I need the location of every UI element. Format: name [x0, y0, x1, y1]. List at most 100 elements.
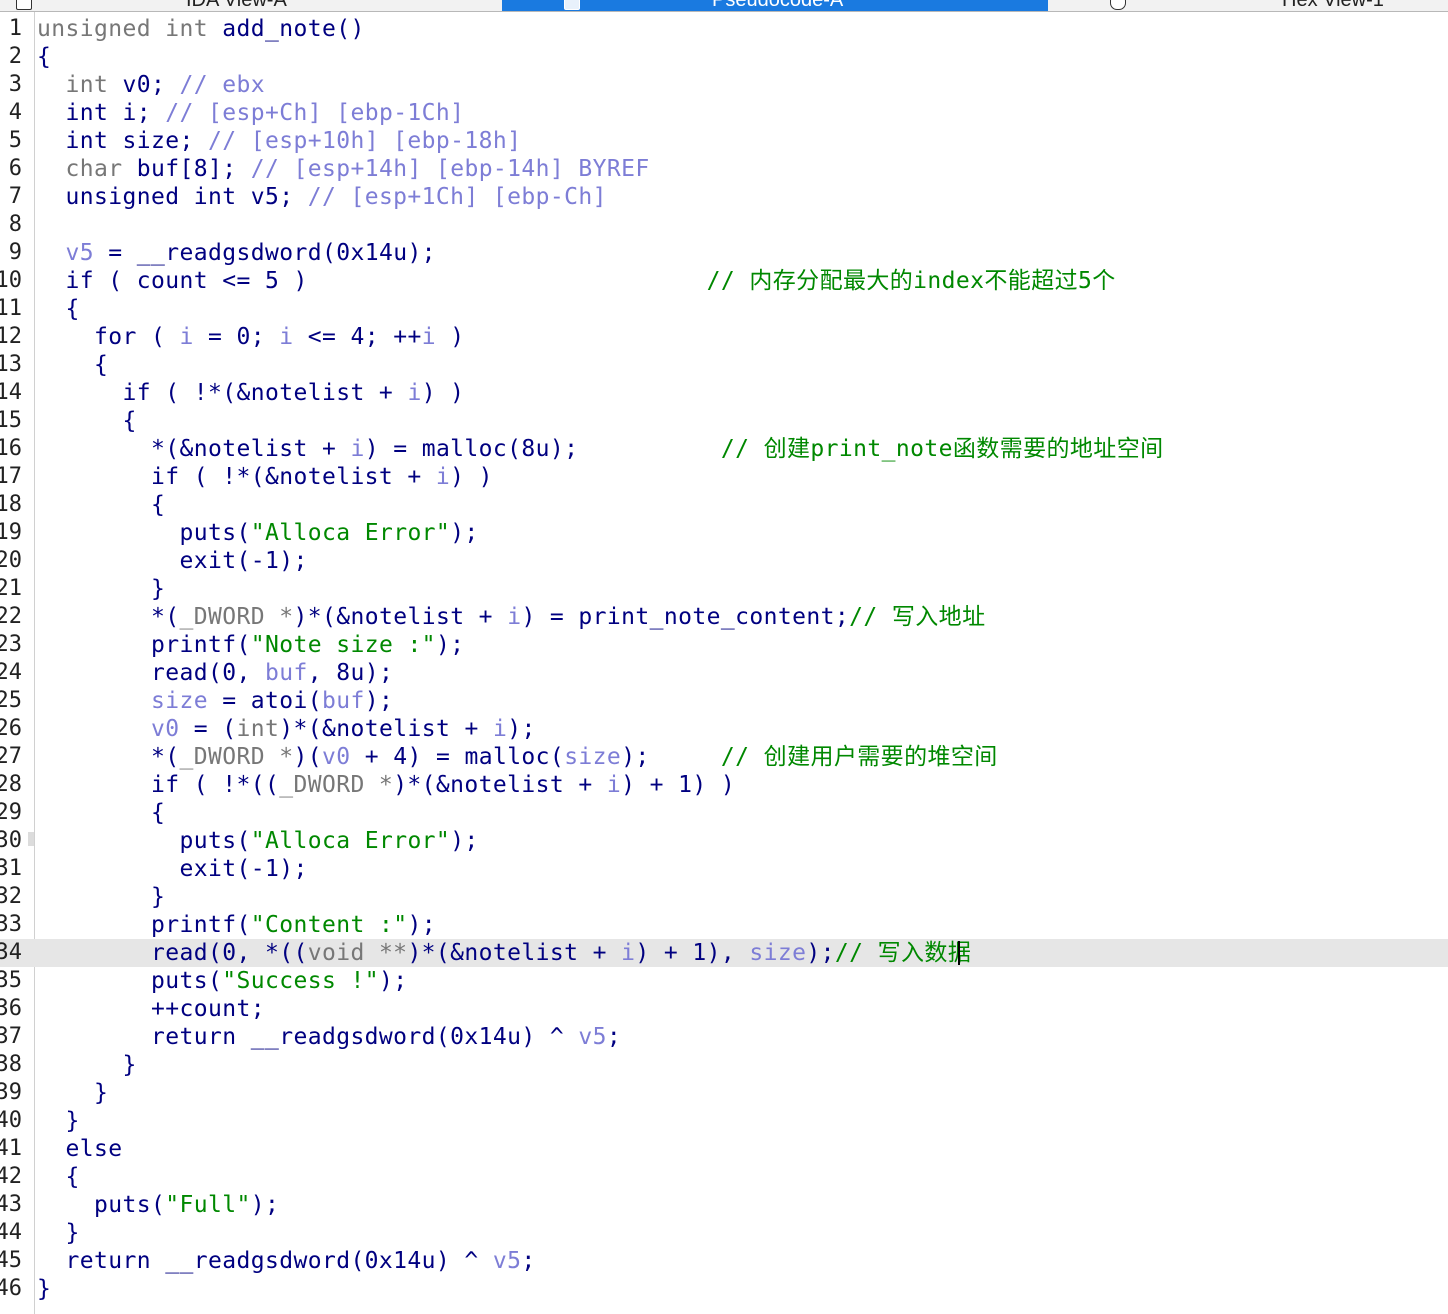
code-text: *(_DWORD *)*(&notelist + i) = print_note…	[37, 604, 986, 630]
code-line[interactable]: 20 exit(-1);	[0, 547, 1448, 575]
code-line[interactable]: 34 read(0, *((void **)*(&notelist + i) +…	[0, 939, 1448, 967]
code-line[interactable]: 42 {	[0, 1163, 1448, 1191]
line-number: 25	[0, 688, 22, 713]
code-line[interactable]: 1 unsigned int add_note()	[0, 15, 1448, 43]
code-line[interactable]: 31 exit(-1);	[0, 855, 1448, 883]
line-number: 11	[0, 296, 22, 321]
code-line[interactable]: 38 }	[0, 1051, 1448, 1079]
code-line[interactable]: 10 if ( count <= 5 ) // 内存分配最大的index不能超过…	[0, 267, 1448, 295]
code-line[interactable]: 5 int size; // [esp+10h] [ebp-18h]	[0, 127, 1448, 155]
code-text: int size; // [esp+10h] [ebp-18h]	[37, 128, 522, 154]
code-line[interactable]: 46}	[0, 1275, 1448, 1303]
text-cursor	[958, 941, 960, 965]
code-line[interactable]: 19 puts("Alloca Error");	[0, 519, 1448, 547]
code-line[interactable]: 26 v0 = (int)*(&notelist + i);	[0, 715, 1448, 743]
code-line[interactable]: 11 {	[0, 295, 1448, 323]
code-text: *(&notelist + i) = malloc(8u); // 创建prin…	[37, 436, 1164, 462]
code-line[interactable]: 3 int v0; // ebx	[0, 71, 1448, 99]
code-line[interactable]: 23 printf("Note size :");	[0, 631, 1448, 659]
line-number: 24	[0, 660, 22, 685]
code-line[interactable]: 41 else	[0, 1135, 1448, 1163]
tab-ida-view-label: IDA View-A	[186, 0, 287, 11]
code-line[interactable]: 44 }	[0, 1219, 1448, 1247]
disassembly-icon	[16, 0, 32, 10]
code-text: printf("Content :");	[37, 912, 436, 938]
code-line[interactable]: 4 int i; // [esp+Ch] [ebp-1Ch]	[0, 99, 1448, 127]
code-line[interactable]: 33 printf("Content :");	[0, 911, 1448, 939]
tab-pseudocode[interactable]: Pseudocode-A	[502, 0, 1048, 11]
code-line[interactable]: 30 puts("Alloca Error");	[0, 827, 1448, 855]
code-line[interactable]: 7 unsigned int v5; // [esp+1Ch] [ebp-Ch]	[0, 183, 1448, 211]
code-line[interactable]: 2{	[0, 43, 1448, 71]
code-text: {	[37, 296, 80, 322]
code-text: int i; // [esp+Ch] [ebp-1Ch]	[37, 100, 465, 126]
code-text: if ( !*((_DWORD *)*(&notelist + i) + 1) …	[37, 772, 736, 798]
code-line[interactable]: 28 if ( !*((_DWORD *)*(&notelist + i) + …	[0, 771, 1448, 799]
code-line[interactable]: 35 puts("Success !");	[0, 967, 1448, 995]
line-number: 14	[0, 380, 22, 405]
line-number: 34	[0, 940, 22, 965]
code-text: {	[37, 352, 109, 378]
code-line[interactable]: 13 {	[0, 351, 1448, 379]
line-number: 39	[0, 1080, 22, 1105]
line-number: 22	[0, 604, 22, 629]
tab-ida-view[interactable]: IDA View-A	[0, 0, 500, 11]
code-line[interactable]: 45 return __readgsdword(0x14u) ^ v5;	[0, 1247, 1448, 1275]
line-number: 7	[8, 184, 22, 209]
code-line[interactable]: 24 read(0, buf, 8u);	[0, 659, 1448, 687]
line-number: 31	[0, 856, 22, 881]
line-number: 12	[0, 324, 22, 349]
code-text: unsigned int v5; // [esp+1Ch] [ebp-Ch]	[37, 184, 607, 210]
code-line[interactable]: 27 *(_DWORD *)(v0 + 4) = malloc(size); /…	[0, 743, 1448, 771]
code-line[interactable]: 40 }	[0, 1107, 1448, 1135]
code-line[interactable]: 15 {	[0, 407, 1448, 435]
code-line[interactable]: 21 }	[0, 575, 1448, 603]
pseudocode-editor[interactable]: 1 unsigned int add_note() 2{3 int v0; // e…	[0, 12, 1448, 1314]
code-text: else	[37, 1136, 123, 1162]
line-number: 26	[0, 716, 22, 741]
code-line[interactable]: 29 {	[0, 799, 1448, 827]
line-number: 40	[0, 1108, 22, 1133]
code-line[interactable]: 22 *(_DWORD *)*(&notelist + i) = print_n…	[0, 603, 1448, 631]
tab-hex-view-label: Hex View-1	[1282, 0, 1384, 11]
tab-hex-view[interactable]: Hex View-1	[1050, 0, 1448, 11]
code-line[interactable]: 9 v5 = __readgsdword(0x14u);	[0, 239, 1448, 267]
line-number: 13	[0, 352, 22, 377]
code-line[interactable]: 39 }	[0, 1079, 1448, 1107]
code-line[interactable]: 25 size = atoi(buf);	[0, 687, 1448, 715]
code-line[interactable]: 12 for ( i = 0; i <= 4; ++i )	[0, 323, 1448, 351]
code-text: exit(-1);	[37, 856, 308, 882]
line-number: 9	[8, 240, 22, 265]
tab-bar: IDA View-A Pseudocode-A Hex View-1	[0, 0, 1448, 12]
code-line[interactable]: 8	[0, 211, 1448, 239]
code-text: exit(-1);	[37, 548, 308, 574]
line-number: 19	[0, 520, 22, 545]
code-line[interactable]: 16 *(&notelist + i) = malloc(8u); // 创建p…	[0, 435, 1448, 463]
code-text: }	[37, 1276, 52, 1302]
code-text: printf("Note size :");	[37, 632, 465, 658]
line-number: 36	[0, 996, 22, 1021]
line-number: 35	[0, 968, 22, 993]
line-number: 16	[0, 436, 22, 461]
line-number: 17	[0, 464, 22, 489]
code-line[interactable]: 17 if ( !*(&notelist + i) )	[0, 463, 1448, 491]
line-number: 23	[0, 632, 22, 657]
code-text: }	[37, 1108, 80, 1134]
code-text: if ( count <= 5 ) // 内存分配最大的index不能超过5个	[37, 268, 1116, 294]
code-line[interactable]: 36 ++count;	[0, 995, 1448, 1023]
line-number: 21	[0, 576, 22, 601]
code-line[interactable]: 6 char buf[8]; // [esp+14h] [ebp-14h] BY…	[0, 155, 1448, 183]
code-text: if ( !*(&notelist + i) )	[37, 464, 493, 490]
code-line[interactable]: 43 puts("Full");	[0, 1191, 1448, 1219]
code-line[interactable]: 32 }	[0, 883, 1448, 911]
code-text: ++count;	[37, 996, 265, 1022]
line-number: 30	[0, 828, 22, 853]
tab-pseudocode-label: Pseudocode-A	[712, 0, 844, 11]
code-text: puts("Full");	[37, 1192, 280, 1218]
code-line[interactable]: 14 if ( !*(&notelist + i) )	[0, 379, 1448, 407]
code-text: {	[37, 1164, 80, 1190]
code-text: if ( !*(&notelist + i) )	[37, 380, 465, 406]
code-line[interactable]: 37 return __readgsdword(0x14u) ^ v5;	[0, 1023, 1448, 1051]
code-line[interactable]: 18 {	[0, 491, 1448, 519]
code-text: puts("Alloca Error");	[37, 520, 479, 546]
